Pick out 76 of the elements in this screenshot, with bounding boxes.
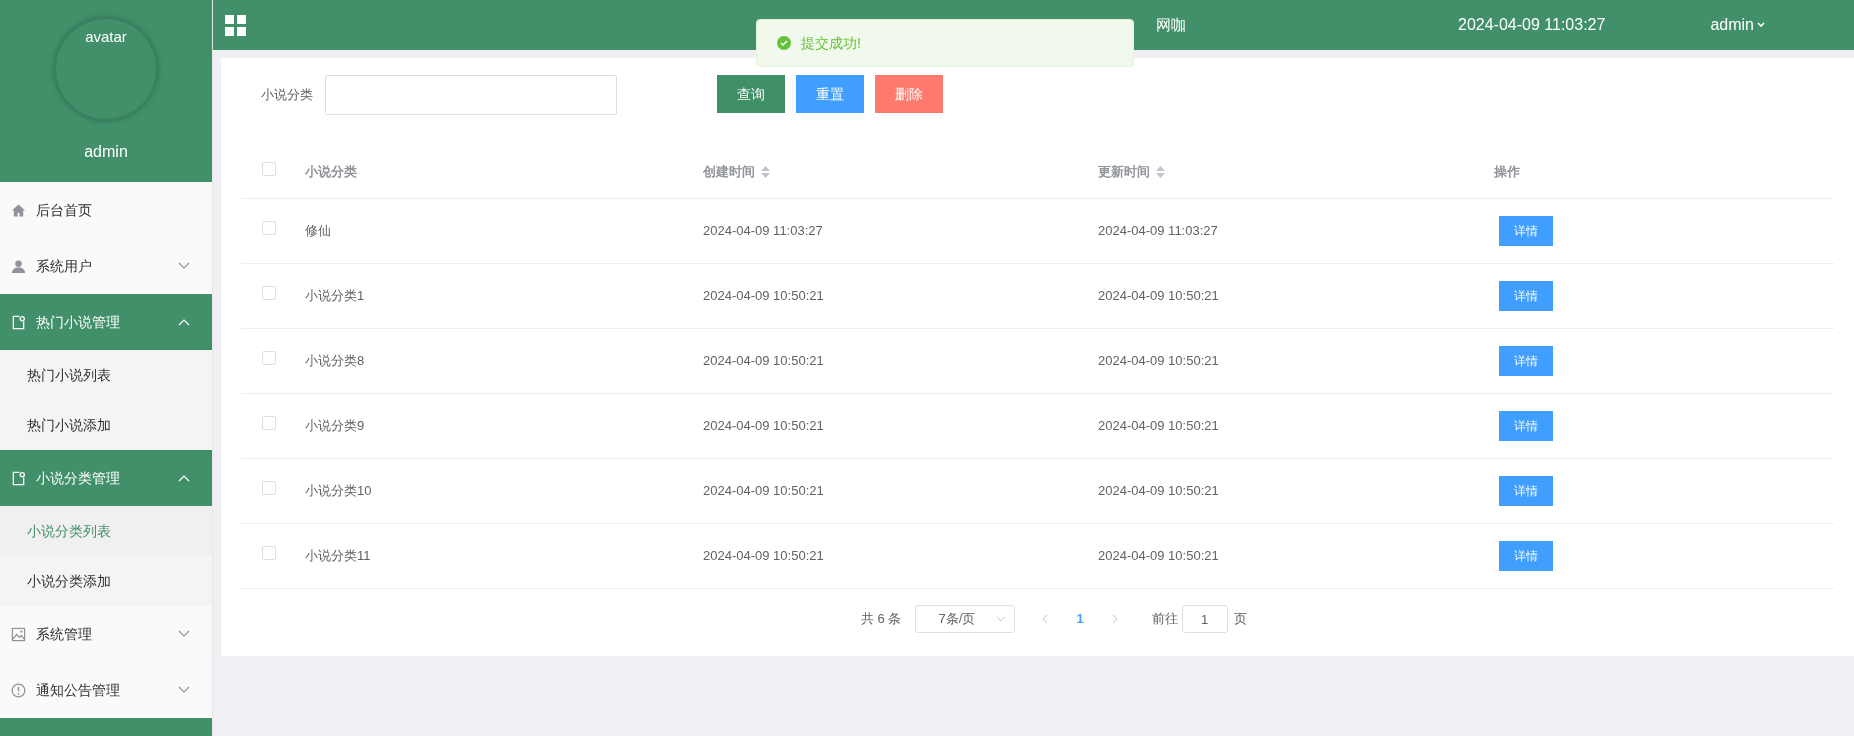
site-title: 网咖 <box>1156 14 1186 35</box>
checkbox[interactable] <box>262 351 276 366</box>
checkbox[interactable] <box>262 162 276 177</box>
submenu-item[interactable]: 热门小说添加 <box>0 400 212 451</box>
checkbox[interactable] <box>262 481 276 496</box>
details-button[interactable]: 详情 <box>1499 216 1553 246</box>
total-count: 共 6 条 <box>861 610 902 629</box>
checkbox[interactable] <box>262 286 276 301</box>
checkbox[interactable] <box>262 221 276 236</box>
datetime: 2024-04-09 11:03:27 <box>1458 15 1606 35</box>
user-menu[interactable]: admin <box>1710 13 1765 37</box>
document-icon <box>11 470 26 486</box>
menu-item[interactable]: 热门小说管理 <box>0 294 212 351</box>
table-cell-text: 2024-04-09 10:50:21 <box>1098 482 1220 501</box>
goto-suffix: 页 <box>1233 610 1247 629</box>
column-header[interactable]: 创建时间 <box>703 162 755 182</box>
user-icon <box>11 258 26 274</box>
table-cell-text: 小说分类9 <box>305 417 366 436</box>
action-button[interactable]: 查询 <box>717 75 785 113</box>
chevron-down-icon <box>996 616 1007 622</box>
table-cell-text: 2024-04-09 10:50:21 <box>1098 287 1220 306</box>
table-cell-text: 小说分类1 <box>305 287 366 306</box>
details-button[interactable]: 详情 <box>1499 476 1553 506</box>
menu-item[interactable]: 系统管理 <box>0 606 212 663</box>
page-input[interactable]: 1 <box>1181 605 1228 633</box>
home-icon <box>11 202 26 218</box>
submenu-item[interactable]: 热门小说列表 <box>0 350 212 401</box>
checkbox[interactable] <box>262 416 276 431</box>
document-icon <box>11 314 26 330</box>
details-button[interactable]: 详情 <box>1499 346 1553 376</box>
details-button[interactable]: 详情 <box>1499 281 1553 311</box>
check-circle-icon <box>777 36 791 50</box>
previous-page-icon[interactable] <box>1042 614 1049 624</box>
toast-message: 提交成功! <box>801 33 861 53</box>
column-header[interactable]: 更新时间 <box>1098 162 1150 182</box>
image-icon <box>11 626 26 642</box>
table-cell-text: 修仙 <box>305 222 332 241</box>
table-cell-text: 2024-04-09 10:50:21 <box>703 482 825 501</box>
action-button[interactable]: 删除 <box>875 75 943 113</box>
table-cell-text: 2024-04-09 10:50:21 <box>1098 352 1220 371</box>
page-number[interactable]: 1 <box>1076 609 1084 629</box>
column-header: 小说分类 <box>305 163 357 182</box>
table-cell-text: 小说分类11 <box>305 547 372 566</box>
grid-menu-icon[interactable] <box>225 14 246 36</box>
table-cell-text: 2024-04-09 10:50:21 <box>1098 417 1220 436</box>
submenu-item[interactable]: 小说分类添加 <box>0 556 212 607</box>
search-field[interactable] <box>325 75 617 115</box>
table-cell-text: 2024-04-09 11:03:27 <box>1098 222 1219 241</box>
table-cell-text: 小说分类8 <box>305 352 366 371</box>
menu-item[interactable]: 后台首页 <box>0 182 212 239</box>
submenu-item[interactable]: 小说分类列表 <box>0 506 212 557</box>
table-cell-text: 2024-04-09 10:50:21 <box>703 547 825 566</box>
details-button[interactable]: 详情 <box>1499 541 1553 571</box>
checkbox[interactable] <box>262 546 276 561</box>
username: admin <box>84 142 128 162</box>
caret-icon <box>1756 22 1765 28</box>
menu-item[interactable]: 通知公告管理 <box>0 662 212 719</box>
table-cell-text: 2024-04-09 10:50:21 <box>1098 547 1220 566</box>
sort-icon[interactable] <box>1156 166 1165 179</box>
column-header: 操作 <box>1494 163 1520 182</box>
action-button[interactable]: 重置 <box>796 75 864 113</box>
search-label: 小说分类 <box>261 86 313 104</box>
menu-item[interactable]: 系统用户 <box>0 238 212 295</box>
table-cell-text: 小说分类10 <box>305 482 373 501</box>
avatar-label: avatar <box>85 27 127 47</box>
table-cell-text: 2024-04-09 11:03:27 <box>703 222 824 241</box>
table-cell-text: 2024-04-09 10:50:21 <box>703 287 825 306</box>
goto-label: 前往 <box>1151 610 1178 629</box>
sort-icon[interactable] <box>761 166 770 179</box>
table-cell-text: 2024-04-09 10:50:21 <box>703 352 825 371</box>
next-page-icon[interactable] <box>1111 614 1118 624</box>
table-cell-text: 2024-04-09 10:50:21 <box>703 417 825 436</box>
alert-icon <box>11 682 26 698</box>
menu-item[interactable]: 小说分类管理 <box>0 450 212 507</box>
details-button[interactable]: 详情 <box>1499 411 1553 441</box>
page-size-select[interactable]: 7条/页 <box>915 605 1016 633</box>
